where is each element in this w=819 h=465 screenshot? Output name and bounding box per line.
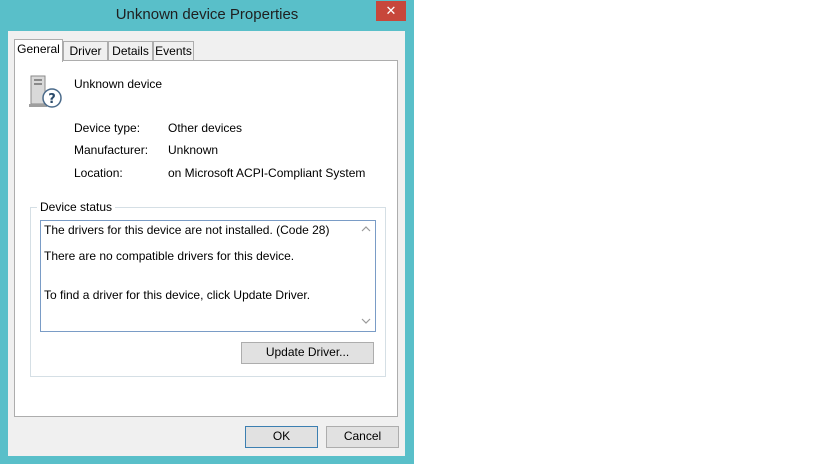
tab-driver[interactable]: Driver xyxy=(63,41,108,61)
general-tab-panel: ? Unknown device Device type: Other devi… xyxy=(14,60,398,417)
ok-button[interactable]: OK xyxy=(245,426,318,448)
manufacturer-value: Unknown xyxy=(168,143,219,157)
tab-label: Driver xyxy=(69,44,102,58)
tab-label: General xyxy=(17,42,60,56)
device-status-group: Device status The drivers for this devic… xyxy=(30,200,386,377)
empty-background xyxy=(414,0,819,465)
device-type-value: Other devices xyxy=(168,121,243,135)
tab-events[interactable]: Events xyxy=(153,41,194,61)
window-title: Unknown device Properties xyxy=(115,6,299,23)
device-status-title: Device status xyxy=(37,200,116,214)
device-name: Unknown device xyxy=(74,77,163,91)
status-line: To find a driver for this device, click … xyxy=(44,288,311,302)
close-icon: ✕ xyxy=(385,3,397,18)
tab-label: Events xyxy=(155,44,192,58)
unknown-device-icon: ? xyxy=(29,75,62,108)
device-type-label: Device type: xyxy=(74,121,141,135)
manufacturer-label: Manufacturer: xyxy=(74,143,149,157)
scroll-down-icon[interactable] xyxy=(360,316,372,328)
status-line: The drivers for this device are not inst… xyxy=(44,223,330,237)
properties-window: Unknown device Properties ✕ General Driv… xyxy=(0,0,414,464)
scroll-up-icon[interactable] xyxy=(360,224,372,236)
location-value: on Microsoft ACPI-Compliant System xyxy=(168,166,366,180)
close-button[interactable]: ✕ xyxy=(376,1,406,21)
status-line: There are no compatible drivers for this… xyxy=(44,249,295,263)
svg-text:?: ? xyxy=(48,92,56,107)
dialog-client-area: General Driver Details Events ? Unknown … xyxy=(8,31,405,456)
location-label: Location: xyxy=(74,166,123,180)
tab-label: Details xyxy=(112,44,149,58)
update-driver-button[interactable]: Update Driver... xyxy=(241,342,374,364)
cancel-button[interactable]: Cancel xyxy=(326,426,399,448)
tab-general[interactable]: General xyxy=(14,39,63,62)
device-status-textbox[interactable]: The drivers for this device are not inst… xyxy=(40,220,376,332)
tab-details[interactable]: Details xyxy=(108,41,153,61)
